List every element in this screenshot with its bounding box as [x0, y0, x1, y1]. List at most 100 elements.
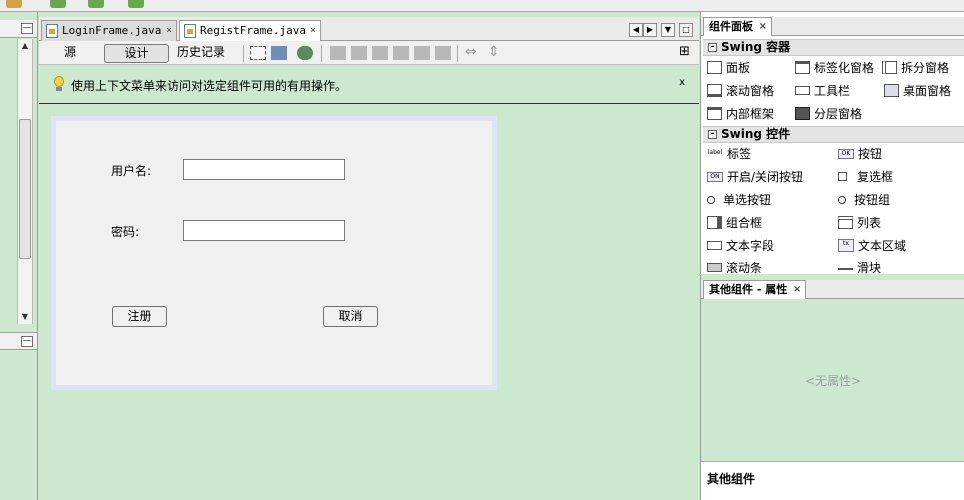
source-button[interactable]: 源: [53, 44, 87, 63]
palette-item-list[interactable]: 列表: [838, 213, 881, 233]
run-icon[interactable]: [50, 0, 66, 8]
left-scrollbar[interactable]: ▲ ▼: [17, 39, 33, 324]
design-toolbar: 源 设计 历史记录 ⇔ ⇕ ⊞: [39, 41, 699, 65]
password-field[interactable]: [183, 220, 345, 241]
panel-icon: [707, 61, 722, 74]
password-label[interactable]: 密码:: [111, 223, 139, 240]
align-bottom-icon[interactable]: [414, 46, 430, 60]
palette-item-radio-button[interactable]: 单选按钮: [707, 190, 771, 210]
maximize-icon[interactable]: □: [679, 23, 693, 37]
palette-item-scroll-pane[interactable]: 滚动窗格: [707, 81, 774, 101]
button-icon: OK: [838, 148, 854, 159]
palette-item-layered-pane[interactable]: 分层窗格: [795, 104, 862, 124]
resize-horizontal-icon[interactable]: ⇔: [465, 45, 481, 60]
collapse-icon[interactable]: -: [708, 130, 717, 139]
open-project-icon[interactable]: [6, 0, 22, 8]
selection-mode-icon[interactable]: [250, 46, 266, 60]
lightbulb-icon: [53, 76, 65, 92]
palette-item-internal-frame[interactable]: 内部框架: [707, 104, 774, 124]
palette-item-label: 内部框架: [726, 107, 775, 121]
palette-item-label: 标签化窗格: [814, 61, 875, 75]
close-icon[interactable]: ×: [166, 21, 172, 40]
palette-item-combo-box[interactable]: 组合框: [707, 213, 762, 233]
close-hint-icon[interactable]: x: [679, 77, 685, 88]
design-button[interactable]: 设计: [104, 44, 169, 63]
tab-palette[interactable]: 组件面板 ×: [703, 17, 772, 36]
minimize-icon[interactable]: —: [21, 336, 33, 347]
tabbed-pane-icon: [795, 61, 810, 74]
align-left-icon[interactable]: [330, 46, 346, 60]
connection-mode-icon[interactable]: [271, 46, 287, 60]
center-horizontal-icon[interactable]: [372, 46, 388, 60]
palette-item-checkbox[interactable]: 复选框: [838, 167, 893, 187]
left-panel: — ▲ ▼ —: [0, 12, 38, 500]
palette-item-tabbed-pane[interactable]: 标签化窗格: [795, 58, 874, 78]
tab-login-frame[interactable]: LoginFrame.java ×: [41, 20, 177, 41]
tab-regist-frame[interactable]: RegistFrame.java ×: [179, 20, 321, 42]
label-icon: label: [707, 148, 723, 156]
align-right-icon[interactable]: [351, 46, 367, 60]
java-file-icon: [184, 24, 196, 38]
split-pane-icon: [882, 61, 897, 74]
collapse-icon[interactable]: -: [708, 43, 717, 52]
palette-item-panel[interactable]: 面板: [707, 58, 750, 78]
palette-item-text-field[interactable]: 文本字段: [707, 236, 774, 256]
debug-icon[interactable]: [88, 0, 104, 8]
internal-frame-icon: [707, 107, 722, 120]
resize-vertical-icon[interactable]: ⇕: [488, 45, 504, 60]
category-swing-controls[interactable]: - Swing 控件: [703, 126, 964, 143]
palette-item-button-group[interactable]: 按钮组: [838, 190, 890, 210]
divider: [457, 45, 458, 62]
divider: [321, 45, 322, 62]
align-top-icon[interactable]: [393, 46, 409, 60]
tab-properties[interactable]: 其他组件 - 属性 ×: [703, 280, 807, 299]
history-button[interactable]: 历史记录: [173, 44, 229, 63]
close-icon[interactable]: ×: [759, 18, 767, 35]
close-icon[interactable]: ×: [793, 281, 801, 298]
palette-tab-row: 组件面板 ×: [701, 17, 964, 36]
form-panel[interactable]: 用户名: 密码: 注册 取消: [56, 121, 492, 385]
palette-item-label: 工具栏: [814, 84, 851, 98]
register-button[interactable]: 注册: [112, 306, 167, 327]
preview-design-icon[interactable]: [297, 46, 313, 60]
expand-icon[interactable]: ⊞: [679, 45, 695, 60]
hint-bar: 使用上下文菜单来访问对选定组件可用的有用操作。 x: [39, 66, 699, 104]
username-field[interactable]: [183, 159, 345, 180]
no-properties-text: <无属性>: [804, 374, 862, 388]
profile-icon[interactable]: [128, 0, 144, 8]
username-label[interactable]: 用户名:: [111, 162, 151, 179]
form-design-frame[interactable]: 用户名: 密码: 注册 取消: [51, 116, 497, 390]
tab-scroll-left-icon[interactable]: ◀: [629, 23, 643, 37]
close-icon[interactable]: ×: [310, 21, 316, 40]
scroll-pane-icon: [707, 84, 722, 97]
palette-item-split-pane[interactable]: 拆分窗格: [882, 58, 949, 78]
tab-list-icon[interactable]: ▼: [661, 23, 675, 37]
scroll-down-icon[interactable]: ▼: [18, 310, 32, 324]
palette-item-text-area[interactable]: tx 文本区域: [838, 236, 906, 256]
palette-item-label: 按钮: [858, 147, 883, 161]
scroll-up-icon[interactable]: ▲: [18, 39, 32, 53]
left-panel-header: —: [0, 20, 37, 38]
minimize-icon[interactable]: —: [21, 23, 33, 34]
palette-item-label: 文本字段: [726, 239, 775, 253]
palette-item-label: 面板: [726, 61, 751, 75]
scrollbar-icon: [707, 263, 722, 272]
palette-item-toolbar[interactable]: 工具栏: [795, 81, 850, 101]
palette-item-label: 拆分窗格: [901, 61, 950, 75]
palette-item-label-control[interactable]: label 标签: [707, 144, 751, 164]
main-toolbar: [0, 0, 964, 12]
palette-item-label: 滑块: [857, 261, 882, 275]
palette-item-label: 桌面窗格: [903, 84, 952, 98]
palette-item-label: 组合框: [726, 216, 763, 230]
palette-item-desktop-pane[interactable]: 桌面窗格: [884, 81, 951, 101]
palette-item-label: 单选按钮: [723, 193, 772, 207]
category-swing-containers[interactable]: - Swing 容器: [703, 39, 964, 56]
scroll-thumb[interactable]: [19, 119, 31, 259]
tab-scroll-right-icon[interactable]: ▶: [643, 23, 657, 37]
center-vertical-icon[interactable]: [435, 46, 451, 60]
cancel-button[interactable]: 取消: [323, 306, 378, 327]
palette-item-button[interactable]: OK 按钮: [838, 144, 882, 164]
palette-item-toggle-button[interactable]: ON 开启/关闭按钮: [707, 167, 803, 187]
button-group-icon: [838, 195, 846, 204]
checkbox-icon: [838, 172, 847, 181]
